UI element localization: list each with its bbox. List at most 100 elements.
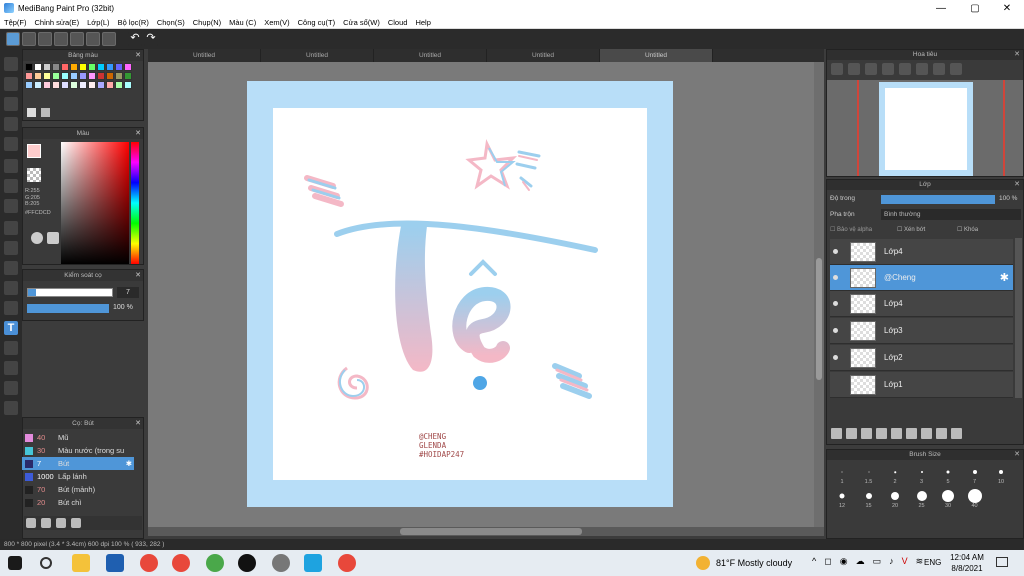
tab-document[interactable]: Untitled — [261, 49, 374, 62]
chrome-icon[interactable] — [338, 554, 356, 572]
palette-swatch[interactable] — [97, 81, 105, 89]
palette-swatch[interactable] — [61, 72, 69, 80]
palette-swatch[interactable] — [25, 63, 33, 71]
app-tray-icon[interactable]: ◻ — [824, 556, 831, 567]
brush-size-option[interactable]: 12 — [830, 487, 854, 509]
menu-layer[interactable]: Lớp(L) — [83, 18, 113, 27]
palette-swatch[interactable] — [115, 81, 123, 89]
divide-tool-icon[interactable] — [4, 361, 18, 375]
brush-size-option[interactable]: 10 — [989, 463, 1013, 485]
brush-item-selected[interactable]: 7 Bút ✱ — [22, 457, 134, 470]
color-picker-area[interactable] — [61, 142, 129, 264]
add-brush-icon[interactable] — [26, 518, 36, 528]
palette-swatch[interactable] — [52, 63, 60, 71]
new-swatch-icon[interactable] — [27, 108, 36, 117]
delete-brush-icon[interactable] — [71, 518, 81, 528]
minimize-button[interactable]: — — [926, 0, 956, 16]
select-pen-tool-icon[interactable] — [4, 281, 18, 295]
menu-cloud[interactable]: Cloud — [384, 18, 412, 27]
visibility-icon[interactable] — [833, 275, 838, 280]
palette-swatch[interactable] — [70, 81, 78, 89]
brush-size-option[interactable]: 2 — [883, 463, 907, 485]
brush-item[interactable]: 70 Bút (mảnh) — [22, 483, 134, 496]
tab-document-active[interactable]: Untitled — [600, 49, 713, 62]
comment-icon[interactable] — [38, 32, 52, 46]
palette-swatch[interactable] — [124, 63, 132, 71]
folder-icon[interactable] — [891, 428, 902, 439]
flip-icon[interactable] — [950, 63, 962, 75]
search-icon[interactable] — [40, 557, 52, 569]
palette-swatch[interactable] — [124, 72, 132, 80]
maximize-button[interactable]: ▢ — [960, 0, 990, 16]
protect-alpha-checkbox[interactable]: ☐ Bảo vệ alpha — [830, 226, 872, 233]
fit-icon[interactable] — [865, 63, 877, 75]
panel-close-icon[interactable]: ✕ — [1014, 180, 1020, 190]
brush-size-option[interactable]: 20 — [883, 487, 907, 509]
menu-view[interactable]: Xem(V) — [260, 18, 293, 27]
wifi-icon[interactable]: ≋ — [916, 556, 924, 567]
rotate-right-icon[interactable] — [933, 63, 945, 75]
palette-swatch[interactable] — [88, 81, 96, 89]
notification-icon[interactable] — [996, 557, 1008, 567]
foreground-color-swatch[interactable] — [27, 144, 41, 158]
brush-size-option[interactable]: 15 — [857, 487, 881, 509]
menu-window[interactable]: Cửa sổ(W) — [339, 18, 384, 27]
brush-opacity-slider[interactable] — [27, 304, 109, 313]
layout-icon[interactable] — [86, 32, 100, 46]
transparent-color-swatch[interactable] — [27, 168, 41, 182]
palette-swatch[interactable] — [97, 63, 105, 71]
gear-icon[interactable]: ✱ — [126, 457, 132, 470]
palette-swatch[interactable] — [106, 72, 114, 80]
brush-size-slider[interactable] — [27, 288, 113, 297]
brush-size-option[interactable]: 30 — [936, 487, 960, 509]
tab-document[interactable]: Untitled — [374, 49, 487, 62]
visibility-icon[interactable] — [833, 301, 838, 306]
volume-icon[interactable]: ♪ — [889, 556, 894, 567]
new-1bit-layer-icon[interactable] — [861, 428, 872, 439]
clipping-checkbox[interactable]: ☐ Xén bớt — [897, 226, 925, 233]
palette-swatch[interactable] — [43, 81, 51, 89]
panel-close-icon[interactable]: ✕ — [1014, 50, 1020, 60]
layer-opacity-slider[interactable] — [881, 195, 995, 204]
brush-size-option[interactable]: 40 — [963, 487, 987, 509]
blend-mode-select[interactable]: Bình thường — [881, 209, 1021, 220]
clock[interactable]: 12:04 AM 8/8/2021 — [950, 552, 984, 574]
delete-swatch-icon[interactable] — [41, 108, 50, 117]
brush-size-option[interactable]: 1 — [830, 463, 854, 485]
menu-filter[interactable]: Bộ lọc(R) — [114, 18, 153, 27]
gradient-tool-icon[interactable] — [4, 199, 18, 213]
delete-layer-icon[interactable] — [951, 428, 962, 439]
brush-size-option[interactable]: 25 — [910, 487, 934, 509]
brush-item[interactable]: 1000 Lấp lánh — [22, 470, 134, 483]
menu-tools[interactable]: Công cụ(T) — [294, 18, 340, 27]
monitor-icon[interactable]: ▭ — [873, 556, 882, 567]
brush-size-option[interactable]: 7 — [963, 463, 987, 485]
palette-swatch[interactable] — [34, 81, 42, 89]
settings-icon[interactable] — [102, 32, 116, 46]
palette-swatch[interactable] — [70, 72, 78, 80]
bucket-tool-icon[interactable] — [4, 179, 18, 193]
visibility-icon[interactable] — [833, 355, 838, 360]
palette-swatch[interactable] — [124, 81, 132, 89]
layer-scrollbar[interactable] — [1015, 238, 1022, 398]
panel-close-icon[interactable]: ✕ — [135, 128, 141, 139]
palette-swatch[interactable] — [43, 63, 51, 71]
layer-item-selected[interactable]: @Cheng ✱ — [830, 265, 1013, 291]
brush-item[interactable]: 20 Bút chì — [22, 496, 134, 509]
palette-swatch[interactable] — [79, 63, 87, 71]
eyedropper-icon[interactable] — [47, 232, 59, 244]
rectangle-tool-icon[interactable] — [4, 97, 18, 111]
new-layer-icon[interactable] — [831, 428, 842, 439]
redo-icon[interactable]: ↷ — [144, 32, 158, 46]
operation-tool-icon[interactable] — [4, 341, 18, 355]
vertical-scrollbar[interactable] — [814, 62, 824, 527]
palette-swatch[interactable] — [88, 72, 96, 80]
brush-tool-icon[interactable] — [4, 57, 18, 71]
palette-swatch[interactable] — [52, 72, 60, 80]
copy-brush-icon[interactable] — [41, 518, 51, 528]
duplicate-layer-icon[interactable] — [906, 428, 917, 439]
palette-swatch[interactable] — [25, 72, 33, 80]
page-icon[interactable] — [54, 32, 68, 46]
palette-swatch[interactable] — [97, 72, 105, 80]
panel-close-icon[interactable]: ✕ — [135, 418, 141, 429]
